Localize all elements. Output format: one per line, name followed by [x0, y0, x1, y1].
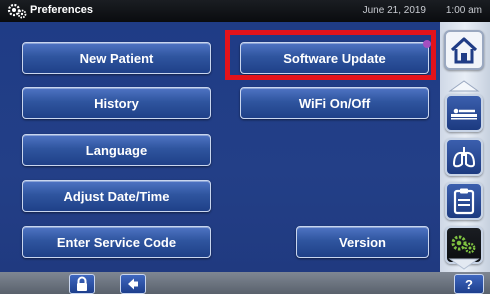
- gears-icon: [7, 3, 27, 19]
- time-display: 1:00 am: [445, 5, 482, 16]
- lock-icon: [77, 276, 87, 291]
- side-nav: [440, 22, 490, 272]
- date-display: June 21, 2019: [362, 5, 426, 16]
- update-notification-dot: [423, 40, 431, 48]
- new-patient-button[interactable]: New Patient: [22, 42, 211, 74]
- nav-patient[interactable]: [445, 94, 483, 132]
- home-icon: [450, 37, 478, 64]
- scroll-up-icon[interactable]: [447, 79, 481, 93]
- enter-service-code-button[interactable]: Enter Service Code: [22, 226, 211, 258]
- back-arrow-icon: [128, 278, 138, 290]
- patient-bed-icon: [451, 108, 477, 120]
- footer-bar: ?: [0, 272, 490, 294]
- history-button[interactable]: History: [22, 87, 211, 119]
- clipboard-icon: [453, 188, 475, 215]
- nav-home[interactable]: [444, 30, 484, 70]
- software-update-highlight: [225, 30, 436, 80]
- title-bar: Preferences June 21, 2019 1:00 am: [0, 0, 490, 22]
- wifi-toggle-button[interactable]: WiFi On/Off: [240, 87, 429, 119]
- help-button[interactable]: ?: [454, 274, 484, 294]
- back-button[interactable]: [120, 274, 146, 294]
- page-title: Preferences: [30, 4, 93, 16]
- gears-icon: [451, 235, 476, 254]
- version-button[interactable]: Version: [296, 226, 429, 258]
- nav-lungs[interactable]: [445, 138, 483, 176]
- lock-button[interactable]: [69, 274, 95, 294]
- scroll-down-icon[interactable]: [447, 257, 481, 271]
- lungs-icon: [452, 147, 476, 168]
- nav-clipboard[interactable]: [445, 182, 483, 220]
- adjust-date-time-button[interactable]: Adjust Date/Time: [22, 180, 211, 212]
- language-button[interactable]: Language: [22, 134, 211, 166]
